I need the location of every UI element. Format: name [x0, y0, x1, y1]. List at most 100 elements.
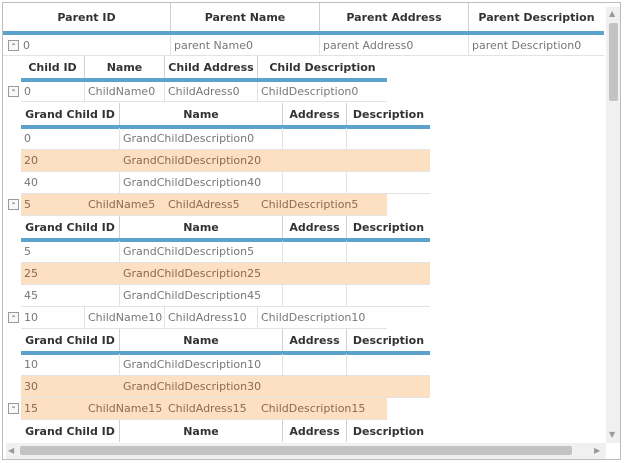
grandchild-address-cell	[283, 376, 347, 397]
grandchild-description-cell	[347, 354, 430, 375]
parent-description-cell: parent Description0	[472, 38, 582, 52]
child-id-cell: 15	[21, 398, 85, 419]
child-name-cell: ChildName0	[85, 82, 165, 101]
scroll-up-arrow-icon[interactable]: ▲	[609, 9, 615, 19]
child-address-cell: ChildAdress15	[165, 398, 258, 419]
header-grandchild-id[interactable]: Grand Child ID	[21, 420, 120, 442]
header-parent-address[interactable]: Parent Address	[320, 3, 469, 31]
collapse-child-button[interactable]: -	[8, 199, 19, 210]
child-id-cell: 0	[21, 82, 85, 101]
grandchild-row[interactable]: 0 GrandChildDescription0	[21, 128, 430, 150]
grandchild-name-cell: GrandChildDescription5	[120, 241, 283, 262]
grandchild-address-cell	[283, 172, 347, 193]
parent-id-cell: 0	[3, 35, 171, 55]
grandchild-row[interactable]: 30 GrandChildDescription30	[21, 376, 430, 398]
grandchild-name-cell: GrandChildDescription25	[120, 263, 283, 284]
grandchild-address-cell	[283, 285, 347, 306]
header-grandchild-address[interactable]: Address	[283, 329, 347, 351]
grandchild-id-cell: 25	[21, 263, 120, 284]
child-row[interactable]: 10 ChildName10 ChildAdress10 ChildDescri…	[21, 307, 387, 329]
child-row[interactable]: 5 ChildName5 ChildAdress5 ChildDescripti…	[21, 194, 387, 216]
child-description-cell: ChildDescription0	[261, 85, 359, 98]
parent-header-row: Parent ID Parent Name Parent Address Par…	[3, 3, 604, 31]
grandchild-id-cell: 45	[21, 285, 120, 306]
child-header-row: Child ID Name Child Address Child Descri…	[21, 56, 387, 78]
child-address-cell: ChildAdress5	[165, 194, 258, 215]
horizontal-scrollbar[interactable]: ◀ ▶	[6, 443, 606, 459]
grandchild-id-cell: 0	[21, 128, 120, 149]
collapse-child-button[interactable]: -	[8, 403, 19, 414]
grandchild-name-cell: GrandChildDescription40	[120, 172, 283, 193]
header-grandchild-description[interactable]: Description	[347, 216, 430, 238]
child-address-cell: ChildAdress0	[165, 82, 258, 101]
grandchild-address-cell	[283, 354, 347, 375]
child-row[interactable]: 15 ChildName15 ChildAdress15 ChildDescri…	[21, 398, 387, 420]
collapse-child-button[interactable]: -	[8, 312, 19, 323]
header-child-description[interactable]: Child Description	[258, 56, 387, 78]
grandchild-address-cell	[283, 150, 347, 171]
grandchild-description-cell	[347, 128, 430, 149]
header-child-name[interactable]: Name	[85, 56, 165, 78]
grandchild-row[interactable]: 10 GrandChildDescription10	[21, 354, 430, 376]
header-grandchild-name[interactable]: Name	[120, 216, 283, 238]
vertical-scrollbar[interactable]: ▲ ▼	[606, 7, 620, 443]
header-grandchild-name[interactable]: Name	[120, 103, 283, 125]
grandchild-row[interactable]: 5 GrandChildDescription5	[21, 241, 430, 263]
grandchild-description-cell	[347, 172, 430, 193]
header-grandchild-description[interactable]: Description	[347, 420, 430, 442]
grandchild-id-cell: 30	[21, 376, 120, 397]
header-grandchild-address[interactable]: Address	[283, 103, 347, 125]
header-child-address[interactable]: Child Address	[165, 56, 258, 78]
grandchild-address-cell	[283, 128, 347, 149]
grandchild-address-cell	[283, 241, 347, 262]
grandchild-description-cell	[347, 285, 430, 306]
header-grandchild-address[interactable]: Address	[283, 216, 347, 238]
grandchild-description-cell	[347, 241, 430, 262]
child-id-cell: 10	[21, 307, 85, 328]
header-grandchild-id[interactable]: Grand Child ID	[21, 329, 120, 351]
header-grandchild-id[interactable]: Grand Child ID	[21, 103, 120, 125]
grandchild-address-cell	[283, 263, 347, 284]
header-grandchild-name[interactable]: Name	[120, 329, 283, 351]
grandchild-name-cell: GrandChildDescription10	[120, 354, 283, 375]
grandchild-description-cell	[347, 150, 430, 171]
grandchild-header-row: Grand Child ID Name Address Description	[21, 420, 430, 442]
grandchild-description-cell	[347, 263, 430, 284]
scroll-right-arrow-icon[interactable]: ▶	[594, 446, 600, 456]
child-description-cell: ChildDescription10	[261, 311, 366, 324]
header-grandchild-address[interactable]: Address	[283, 420, 347, 442]
horizontal-scroll-thumb[interactable]	[20, 446, 572, 455]
child-row[interactable]: 0 ChildName0 ChildAdress0 ChildDescripti…	[21, 82, 387, 102]
header-parent-name[interactable]: Parent Name	[171, 3, 320, 31]
grandchild-id-cell: 10	[21, 354, 120, 375]
collapse-child-button[interactable]: -	[8, 86, 19, 97]
grandchild-header-row: Grand Child ID Name Address Description	[21, 216, 430, 238]
hierarchical-data-grid: Parent ID Parent Name Parent Address Par…	[2, 2, 621, 460]
child-id-cell: 5	[21, 194, 85, 215]
child-description-cell: ChildDescription5	[261, 198, 359, 211]
header-parent-id[interactable]: Parent ID	[3, 3, 171, 31]
grandchild-row[interactable]: 45 GrandChildDescription45	[21, 285, 430, 307]
collapse-parent-button[interactable]: -	[8, 40, 19, 51]
grandchild-row[interactable]: 25 GrandChildDescription25	[21, 263, 430, 285]
parent-row[interactable]: 0 parent Name0 parent Address0 parent De…	[3, 35, 604, 56]
header-child-id[interactable]: Child ID	[21, 56, 85, 78]
header-grandchild-description[interactable]: Description	[347, 329, 430, 351]
vertical-scroll-thumb[interactable]	[609, 23, 618, 101]
grandchild-row[interactable]: 40 GrandChildDescription40	[21, 172, 430, 194]
grandchild-id-cell: 5	[21, 241, 120, 262]
header-parent-description[interactable]: Parent Description	[469, 3, 604, 31]
grandchild-header-row: Grand Child ID Name Address Description	[21, 103, 430, 125]
grandchild-header-row: Grand Child ID Name Address Description	[21, 329, 430, 351]
scroll-left-arrow-icon[interactable]: ◀	[8, 446, 14, 456]
child-name-cell: ChildName15	[85, 398, 165, 419]
child-address-cell: ChildAdress10	[165, 307, 258, 328]
header-grandchild-id[interactable]: Grand Child ID	[21, 216, 120, 238]
child-name-cell: ChildName10	[85, 307, 165, 328]
header-grandchild-description[interactable]: Description	[347, 103, 430, 125]
grandchild-row[interactable]: 20 GrandChildDescription20	[21, 150, 430, 172]
scroll-down-arrow-icon[interactable]: ▼	[609, 430, 615, 440]
child-name-cell: ChildName5	[85, 194, 165, 215]
parent-address-cell: parent Address0	[320, 35, 469, 55]
header-grandchild-name[interactable]: Name	[120, 420, 283, 442]
